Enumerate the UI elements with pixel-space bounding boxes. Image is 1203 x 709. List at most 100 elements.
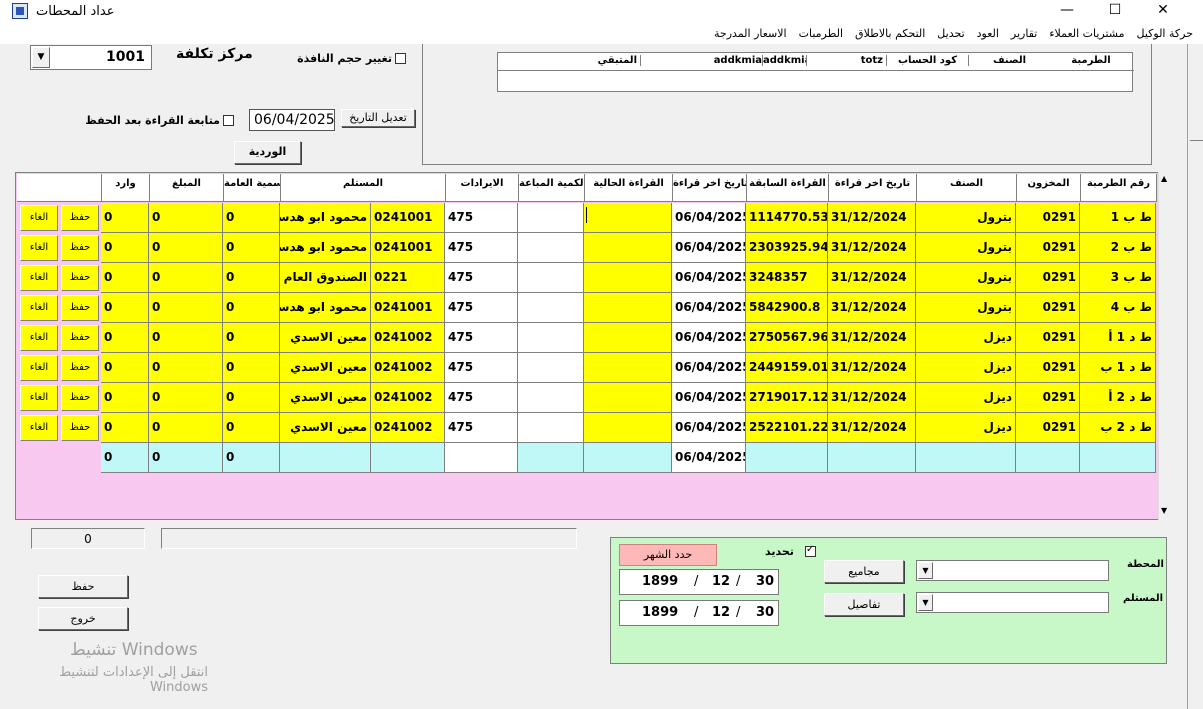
reading-date-cell[interactable]: 06/04/2025 — [672, 413, 746, 443]
follow-checkbox[interactable] — [223, 115, 234, 126]
exit-button[interactable]: خروج — [38, 607, 128, 630]
reading-date-cell[interactable]: 06/04/2025 — [672, 203, 746, 233]
row-save-button[interactable]: حفظ — [61, 325, 99, 351]
qty-cell[interactable] — [518, 263, 584, 293]
revenue-cell[interactable]: 475 — [445, 233, 518, 263]
revenue-cell[interactable]: 475 — [445, 383, 518, 413]
new-row-item-cell[interactable] — [916, 443, 1016, 473]
revenue-cell[interactable]: 475 — [445, 353, 518, 383]
new-row-general-cell[interactable]: 0 — [223, 443, 280, 473]
qty-cell[interactable] — [518, 293, 584, 323]
station-combo[interactable]: ▼ — [916, 560, 1109, 581]
reading-date-cell[interactable]: 06/04/2025 — [672, 263, 746, 293]
station-chevron-down-icon[interactable]: ▼ — [918, 562, 933, 579]
revenue-cell[interactable]: 475 — [445, 413, 518, 443]
new-row-prev-reading-cell[interactable] — [746, 443, 828, 473]
new-row-account-cell[interactable] — [371, 443, 445, 473]
revenue-cell[interactable]: 475 — [445, 203, 518, 233]
edit-date-button[interactable]: تعديل التاريخ — [341, 109, 415, 127]
scroll-up-icon[interactable]: ▲ — [1161, 174, 1167, 183]
date-to-day: 30 — [756, 605, 775, 620]
revenue-cell[interactable]: 475 — [445, 263, 518, 293]
new-row-amount-cell[interactable]: 0 — [149, 443, 223, 473]
menu-item-agent-movement[interactable]: حركة الوكيل — [1137, 27, 1193, 40]
qty-cell[interactable] — [518, 323, 584, 353]
reading-date-cell[interactable]: 06/04/2025 — [672, 293, 746, 323]
new-row-current-reading-cell[interactable] — [584, 443, 672, 473]
qty-cell[interactable] — [518, 413, 584, 443]
reading-date-cell[interactable]: 06/04/2025 — [672, 323, 746, 353]
new-row-reading-date-cell[interactable]: 06/04/2025 — [672, 443, 746, 473]
reading-date-cell[interactable]: 06/04/2025 — [672, 383, 746, 413]
current-reading-cell[interactable] — [584, 323, 672, 353]
check-icon: ✓ — [806, 544, 815, 555]
row-save-button[interactable]: حفظ — [61, 295, 99, 321]
menu-item-pumps[interactable]: الطرمبات — [799, 27, 843, 40]
new-row-revenue-cell[interactable] — [445, 443, 518, 473]
new-row-qty-cell[interactable] — [518, 443, 584, 473]
item-cell: ديزل — [916, 323, 1016, 353]
row-save-button[interactable]: حفظ — [61, 235, 99, 261]
maximize-button[interactable]: ☐ — [1092, 0, 1138, 22]
shift-button[interactable]: الوردية — [234, 141, 301, 164]
new-row-receiver-name-cell[interactable] — [280, 443, 371, 473]
receiver-combo[interactable]: ▼ — [916, 592, 1109, 613]
minimize-button[interactable]: — — [1044, 0, 1090, 22]
row-cancel-button[interactable]: الغاء — [20, 265, 58, 291]
row-cancel-button[interactable]: الغاء — [20, 235, 58, 261]
current-reading-cell[interactable] — [584, 263, 672, 293]
row-save-button[interactable]: حفظ — [61, 385, 99, 411]
menu-item-release-control[interactable]: التحكم بالاطلاق — [855, 27, 925, 40]
revenue-cell[interactable]: 475 — [445, 293, 518, 323]
close-button[interactable]: ✕ — [1140, 0, 1186, 22]
row-cancel-button[interactable]: الغاء — [20, 205, 58, 231]
row-cancel-button[interactable]: الغاء — [20, 355, 58, 381]
current-reading-cell[interactable] — [584, 353, 672, 383]
select-month-button[interactable]: حدد الشهر — [619, 544, 717, 566]
menu-item-prices[interactable]: الاسعار المدرجة — [714, 27, 787, 40]
new-row-store-cell[interactable] — [1016, 443, 1080, 473]
receiver-chevron-down-icon[interactable]: ▼ — [918, 594, 933, 611]
current-reading-cell[interactable] — [584, 293, 672, 323]
scroll-down-icon[interactable]: ▼ — [1161, 506, 1167, 515]
revenue-cell[interactable]: 475 — [445, 323, 518, 353]
qty-cell[interactable] — [518, 233, 584, 263]
qty-cell[interactable] — [518, 353, 584, 383]
chevron-down-icon[interactable]: ▼ — [32, 47, 50, 68]
new-row-income-cell[interactable]: 0 — [101, 443, 149, 473]
details-button[interactable]: تفاصيل — [824, 593, 904, 616]
totals-button[interactable]: مجاميع — [824, 560, 904, 583]
cost-center-combo[interactable]: ▼ 1001 — [30, 45, 152, 70]
resize-checkbox[interactable] — [395, 53, 406, 64]
menu-item-edit[interactable]: تحديل — [937, 27, 964, 40]
menu-item-returns[interactable]: العود — [977, 27, 999, 40]
current-reading-cell[interactable] — [584, 233, 672, 263]
menu-item-customer-purchases[interactable]: مشتريات العملاء — [1049, 27, 1124, 40]
row-save-button[interactable]: حفظ — [61, 415, 99, 441]
row-cancel-button[interactable]: الغاء — [20, 325, 58, 351]
pump-cell: ط ب 1 — [1080, 203, 1156, 233]
row-save-button[interactable]: حفظ — [61, 355, 99, 381]
row-cancel-button[interactable]: الغاء — [20, 415, 58, 441]
row-cancel-button[interactable]: الغاء — [20, 385, 58, 411]
new-row-last-date-cell[interactable] — [828, 443, 916, 473]
qty-cell[interactable] — [518, 383, 584, 413]
row-save-button[interactable]: حفظ — [61, 265, 99, 291]
grid-scrollbar[interactable]: ▲ ▼ — [1158, 172, 1175, 520]
row-cancel-button[interactable]: الغاء — [20, 295, 58, 321]
update-checkbox[interactable]: ✓ — [805, 544, 816, 557]
new-row-pump-cell[interactable] — [1080, 443, 1156, 473]
date-field[interactable]: 06/04/2025 — [249, 109, 335, 131]
row-save-button[interactable]: حفظ — [61, 205, 99, 231]
current-reading-cell[interactable] — [584, 203, 672, 233]
save-button[interactable]: حفظ — [38, 575, 128, 598]
current-reading-cell[interactable] — [584, 383, 672, 413]
current-reading-cell[interactable] — [584, 413, 672, 443]
reading-date-cell[interactable]: 06/04/2025 — [672, 233, 746, 263]
qty-cell[interactable] — [518, 203, 584, 233]
reading-date-cell[interactable]: 06/04/2025 — [672, 353, 746, 383]
date-to[interactable]: 1899 / 12 / 30 — [619, 600, 779, 626]
menu-item-reports[interactable]: تقارير — [1011, 27, 1037, 40]
date-from[interactable]: 1899 / 12 / 30 — [619, 569, 779, 595]
income-cell: 0 — [101, 263, 149, 293]
